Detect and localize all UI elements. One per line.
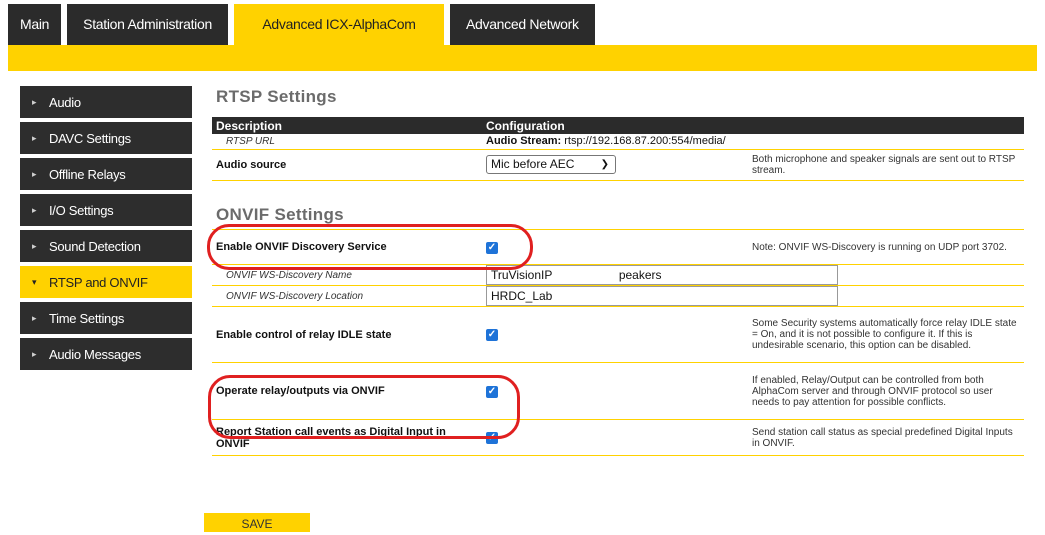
audio-stream-prefix: Audio Stream:: [486, 135, 562, 148]
column-header-configuration: Configuration: [482, 117, 1024, 134]
chevron-right-icon: ▸: [32, 204, 37, 215]
discovery-name-cell: [482, 264, 1024, 286]
audio-source-note: Both microphone and speaker signals are …: [748, 148, 1024, 181]
table-row: Audio source Mic before AEC ❯ Both microp…: [212, 148, 1024, 181]
relay-idle-label: Enable control of relay IDLE state: [212, 306, 482, 363]
table-row: ONVIF WS-Discovery Name: [212, 264, 1024, 286]
operate-relay-label: Operate relay/outputs via ONVIF: [212, 362, 482, 420]
chevron-right-icon: ▸: [32, 348, 37, 359]
discovery-name-input[interactable]: [486, 265, 838, 285]
operate-relay-note: If enabled, Relay/Output can be controll…: [748, 362, 1024, 420]
chevron-down-icon: ❯: [600, 159, 609, 170]
audio-stream-url: rtsp://192.168.87.200:554/media/: [564, 135, 726, 148]
table-row: RTSP URL Audio Stream: rtsp://192.168.87…: [212, 134, 1024, 149]
sidebar-item-label: Sound Detection: [49, 238, 141, 254]
discovery-note: Note: ONVIF WS-Discovery is running on U…: [748, 229, 1024, 265]
discovery-cell: ✓: [482, 229, 748, 265]
discovery-location-label: ONVIF WS-Discovery Location: [212, 285, 482, 307]
chevron-right-icon: ▸: [32, 168, 37, 179]
rtsp-section-title: RTSP Settings: [216, 87, 337, 106]
sidebar-item-audio[interactable]: ▸ Audio: [20, 86, 192, 118]
discovery-location-input[interactable]: [486, 286, 838, 306]
sidebar-item-label: Audio Messages: [49, 346, 141, 362]
report-checkbox[interactable]: ✓: [486, 432, 498, 444]
chevron-right-icon: ▸: [32, 132, 37, 143]
audio-source-cell: Mic before AEC ❯: [482, 148, 748, 181]
header-accent-bar: [8, 45, 1037, 71]
table-row: ONVIF WS-Discovery Location: [212, 285, 1024, 307]
sidebar-item-label: RTSP and ONVIF: [49, 274, 148, 290]
discovery-name-label: ONVIF WS-Discovery Name: [212, 264, 482, 286]
sidebar-item-label: I/O Settings: [49, 202, 114, 218]
discovery-checkbox[interactable]: ✓: [486, 241, 498, 254]
sidebar-item-label: Time Settings: [49, 310, 125, 326]
onvif-section-title: ONVIF Settings: [216, 205, 344, 224]
report-note: Send station call status as special pred…: [748, 419, 1024, 456]
discovery-location-cell: [482, 285, 1024, 307]
operate-relay-checkbox[interactable]: ✓: [486, 385, 498, 398]
table-row: Report Station call events as Digital In…: [212, 419, 1024, 456]
sidebar-item-label: Offline Relays: [49, 166, 126, 182]
relay-idle-checkbox[interactable]: ✓: [486, 329, 498, 341]
tab-advanced-icx-alphacom[interactable]: Advanced ICX-AlphaCom: [233, 4, 444, 45]
chevron-right-icon: ▸: [32, 312, 37, 323]
audio-source-value: Mic before AEC: [491, 157, 575, 171]
tab-advanced-network[interactable]: Advanced Network: [449, 4, 595, 45]
report-cell: ✓: [482, 419, 748, 456]
discovery-label: Enable ONVIF Discovery Service: [212, 229, 482, 265]
rtsp-url-value: Audio Stream: rtsp://192.168.87.200:554/…: [482, 134, 1024, 149]
column-header-description: Description: [212, 117, 482, 134]
report-label: Report Station call events as Digital In…: [212, 419, 482, 456]
sidebar-item-rtsp-and-onvif[interactable]: ▾ RTSP and ONVIF: [20, 266, 192, 298]
table-row: Enable ONVIF Discovery Service ✓ Note: O…: [212, 229, 1024, 265]
sidebar-item-audio-messages[interactable]: ▸ Audio Messages: [20, 338, 192, 370]
chevron-right-icon: ▸: [32, 240, 37, 251]
sidebar-item-label: DAVC Settings: [49, 130, 131, 146]
sidebar: ▸ Audio ▸ DAVC Settings ▸ Offline Relays ▸ I…: [20, 86, 192, 374]
chevron-down-icon: ▾: [32, 276, 37, 287]
sidebar-item-davc-settings[interactable]: ▸ DAVC Settings: [20, 122, 192, 154]
tab-main[interactable]: Main: [8, 4, 62, 45]
audio-source-select[interactable]: Mic before AEC ❯: [486, 155, 616, 174]
operate-relay-cell: ✓: [482, 362, 748, 420]
sidebar-item-io-settings[interactable]: ▸ I/O Settings: [20, 194, 192, 226]
rtsp-url-label: RTSP URL: [226, 135, 275, 147]
onvif-settings-table: Enable ONVIF Discovery Service ✓ Note: O…: [212, 229, 1024, 456]
chevron-right-icon: ▸: [32, 96, 37, 107]
sidebar-item-offline-relays[interactable]: ▸ Offline Relays: [20, 158, 192, 190]
table-header-row: Description Configuration: [212, 117, 1024, 134]
tab-station-administration[interactable]: Station Administration: [67, 4, 228, 45]
sidebar-item-sound-detection[interactable]: ▸ Sound Detection: [20, 230, 192, 262]
save-button[interactable]: SAVE: [204, 513, 310, 532]
relay-idle-note: Some Security systems automatically forc…: [748, 306, 1024, 363]
table-row: Operate relay/outputs via ONVIF ✓ If ena…: [212, 362, 1024, 420]
sidebar-item-time-settings[interactable]: ▸ Time Settings: [20, 302, 192, 334]
audio-source-label: Audio source: [212, 148, 482, 181]
relay-idle-cell: ✓: [482, 306, 748, 363]
table-row: Enable control of relay IDLE state ✓ Som…: [212, 306, 1024, 363]
rtsp-settings-table: Description Configuration RTSP URL Audio…: [212, 117, 1024, 181]
sidebar-item-label: Audio: [49, 94, 81, 110]
top-tab-bar: Main Station Administration Advanced ICX…: [0, 4, 601, 45]
